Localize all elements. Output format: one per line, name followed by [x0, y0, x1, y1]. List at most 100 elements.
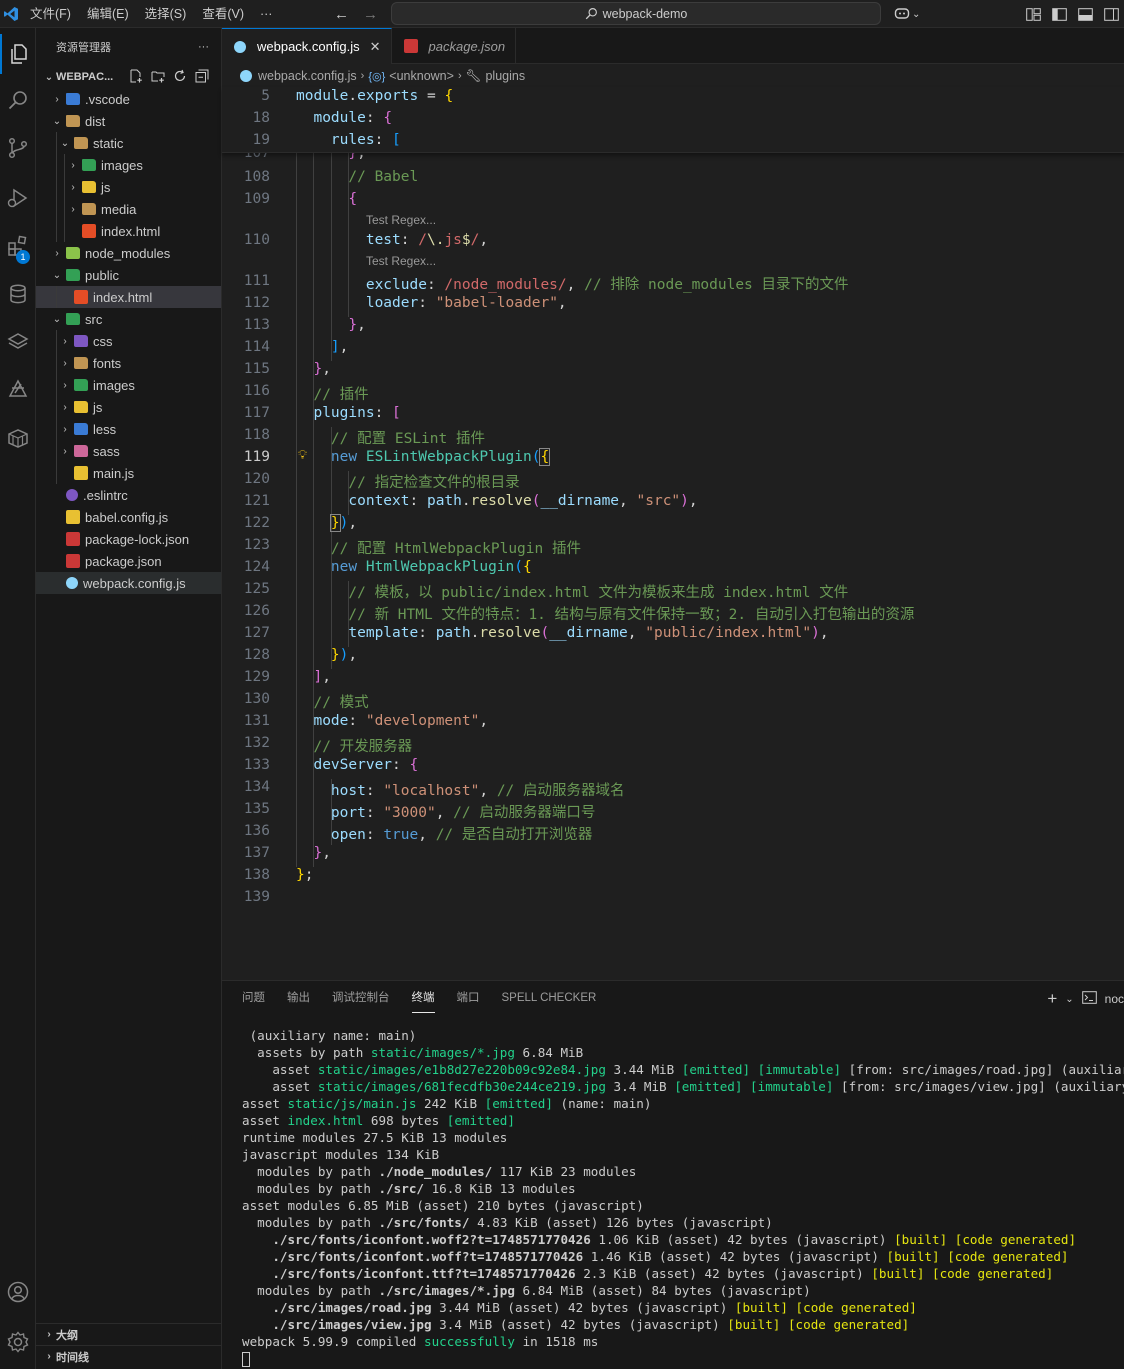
- tree-item[interactable]: › css: [36, 330, 221, 352]
- workspace-root[interactable]: ⌄ WEBPAC...: [36, 66, 221, 88]
- code-line[interactable]: // 模式: [296, 691, 368, 712]
- lightbulb-icon[interactable]: 💡︎: [298, 448, 307, 463]
- tree-item[interactable]: package.json: [36, 550, 221, 572]
- code-line[interactable]: ],: [296, 669, 330, 685]
- deploy-icon[interactable]: [0, 370, 36, 410]
- add-terminal-icon[interactable]: +: [1047, 989, 1057, 1009]
- code-line[interactable]: {: [296, 191, 357, 207]
- code-line[interactable]: };: [296, 867, 313, 883]
- command-center-search[interactable]: webpack-demo: [391, 2, 881, 25]
- code-line[interactable]: loader: "babel-loader",: [296, 295, 567, 311]
- tree-item[interactable]: index.html: [36, 220, 221, 242]
- tree-item[interactable]: .eslintrc: [36, 484, 221, 506]
- code-line[interactable]: // 配置 HtmlWebpackPlugin 插件: [296, 537, 581, 558]
- terminal-name[interactable]: noc: [1105, 992, 1124, 1006]
- explorer-icon[interactable]: [0, 34, 36, 74]
- breadcrumb-property[interactable]: plugins: [485, 69, 525, 83]
- menu-selection[interactable]: 选择(S): [137, 0, 195, 28]
- tab-debug-console[interactable]: 调试控制台: [332, 989, 390, 1013]
- copilot-button[interactable]: ⌄: [894, 0, 920, 28]
- tab-spell-checker[interactable]: SPELL CHECKER: [502, 989, 597, 1013]
- terminal-output[interactable]: (auxiliary name: main) assets by path st…: [242, 1027, 1124, 1367]
- code-line[interactable]: mode: "development",: [296, 713, 488, 729]
- menu-more[interactable]: ···: [252, 0, 281, 28]
- forward-arrow-icon[interactable]: →: [363, 6, 378, 23]
- customize-layout-icon[interactable]: [1020, 0, 1046, 28]
- tree-item[interactable]: ⌄ public: [36, 264, 221, 286]
- tab-problems[interactable]: 问题: [242, 989, 265, 1013]
- outline-section[interactable]: › 大纲: [36, 1323, 221, 1345]
- code-line[interactable]: }),: [296, 514, 357, 532]
- tab-ports[interactable]: 端口: [457, 989, 480, 1013]
- sticky-scroll-header[interactable]: 5 module.exports = {18 module: {19 rules:…: [222, 87, 1124, 153]
- source-control-icon[interactable]: [0, 128, 36, 168]
- tab-package-json[interactable]: package.json: [392, 28, 517, 64]
- extensions-icon[interactable]: 1: [0, 226, 36, 266]
- code-line[interactable]: },: [296, 845, 330, 861]
- tree-item[interactable]: › js: [36, 396, 221, 418]
- tree-item[interactable]: › .vscode: [36, 88, 221, 110]
- menu-edit[interactable]: 编辑(E): [79, 0, 137, 28]
- collapse-all-icon[interactable]: [195, 69, 209, 86]
- explorer-more-button[interactable]: ···: [198, 41, 209, 53]
- run-debug-icon[interactable]: [0, 178, 36, 218]
- code-line[interactable]: module.exports = {: [296, 88, 453, 104]
- code-line[interactable]: devServer: {: [296, 757, 418, 773]
- chevron-down-icon[interactable]: ⌄: [1065, 994, 1073, 1005]
- code-line[interactable]: new HtmlWebpackPlugin({: [296, 559, 532, 575]
- menu-view[interactable]: 查看(V): [194, 0, 252, 28]
- tree-item[interactable]: ⌄ static: [36, 132, 221, 154]
- tree-item[interactable]: › images: [36, 154, 221, 176]
- tree-item[interactable]: ⌄ dist: [36, 110, 221, 132]
- codelens-test-regex[interactable]: Test Regex...: [366, 213, 436, 227]
- menu-file[interactable]: 文件(F): [22, 0, 79, 28]
- code-line[interactable]: // 配置 ESLint 插件: [296, 427, 485, 448]
- code-line[interactable]: context: path.resolve(__dirname, "src"),: [296, 493, 697, 509]
- tab-webpack-config[interactable]: webpack.config.js ✕: [222, 28, 392, 64]
- code-line[interactable]: test: /\.js$/,: [296, 232, 488, 248]
- code-line[interactable]: }),: [296, 647, 357, 663]
- code-editor[interactable]: }, 107 5 module.exports = {18 module: {19 r…: [222, 87, 1124, 967]
- toggle-sidebar-icon[interactable]: [1046, 0, 1072, 28]
- breadcrumb-symbol[interactable]: <unknown>: [389, 69, 454, 83]
- terminal-prompt[interactable]: [242, 1350, 1124, 1367]
- code-line[interactable]: exclude: /node_modules/, // 排除 node_modu…: [296, 273, 849, 294]
- tree-item[interactable]: babel.config.js: [36, 506, 221, 528]
- layers-icon[interactable]: [0, 322, 36, 362]
- settings-gear-icon[interactable]: [0, 1322, 36, 1362]
- account-icon[interactable]: [0, 1272, 36, 1312]
- code-line[interactable]: plugins: [: [296, 405, 400, 421]
- package-icon[interactable]: [0, 418, 36, 458]
- code-line[interactable]: template: path.resolve(__dirname, "publi…: [296, 625, 828, 641]
- code-line[interactable]: },: [296, 317, 365, 333]
- tab-output[interactable]: 输出: [287, 989, 310, 1013]
- refresh-icon[interactable]: [173, 69, 187, 86]
- code-line[interactable]: module: {: [296, 110, 392, 126]
- code-line[interactable]: // Babel: [296, 169, 418, 185]
- back-arrow-icon[interactable]: ←: [334, 6, 349, 23]
- code-line[interactable]: // 插件: [296, 383, 368, 404]
- code-line[interactable]: host: "localhost", // 启动服务器域名: [296, 779, 625, 800]
- code-line[interactable]: ],: [296, 339, 348, 355]
- tab-terminal[interactable]: 终端: [411, 989, 435, 1013]
- toggle-panel-icon[interactable]: [1072, 0, 1098, 28]
- code-line[interactable]: rules: [: [296, 132, 401, 148]
- code-line[interactable]: // 新 HTML 文件的特点：1. 结构与原有文件保持一致；2. 自动引入打包…: [296, 603, 914, 624]
- tree-item[interactable]: › images: [36, 374, 221, 396]
- code-line[interactable]: },: [296, 361, 330, 377]
- toggle-secondary-sidebar-icon[interactable]: [1098, 0, 1124, 28]
- new-folder-icon[interactable]: [151, 69, 165, 86]
- code-line[interactable]: // 模板，以 public/index.html 文件为模板来生成 index…: [296, 581, 848, 602]
- code-line[interactable]: open: true, // 是否自动打开浏览器: [296, 823, 592, 844]
- new-file-icon[interactable]: [129, 69, 143, 86]
- close-icon[interactable]: ✕: [370, 39, 381, 55]
- code-line[interactable]: // 指定检查文件的根目录: [296, 471, 519, 492]
- breadcrumb-file[interactable]: webpack.config.js: [258, 69, 357, 83]
- tree-item[interactable]: › less: [36, 418, 221, 440]
- database-icon[interactable]: [0, 274, 36, 314]
- timeline-section[interactable]: › 时间线: [36, 1345, 221, 1367]
- tree-item[interactable]: main.js: [36, 462, 221, 484]
- tree-item[interactable]: ⌄ src: [36, 308, 221, 330]
- tree-item[interactable]: package-lock.json: [36, 528, 221, 550]
- tree-item[interactable]: webpack.config.js: [36, 572, 221, 594]
